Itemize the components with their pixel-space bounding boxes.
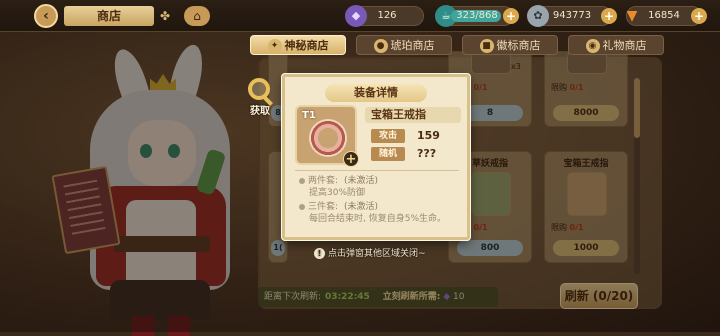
badge-icon: ■ [479, 39, 494, 53]
item-frame: T1 + [295, 105, 359, 167]
tab-gift-shop[interactable]: ◉ 礼物商店 [568, 35, 664, 55]
stat-value: ??? [417, 147, 437, 160]
stat-label: 攻击 [371, 129, 405, 143]
carrot-icon: ▼ [626, 8, 638, 24]
info-icon: ! [314, 248, 325, 259]
tab-badge-shop[interactable]: ■ 徽标商店 [462, 35, 558, 55]
tab-amber-shop[interactable]: ● 琥珀商店 [356, 35, 452, 55]
popup-title: 装备详情 [325, 84, 427, 102]
crystal-counter: ◆ 126 [345, 5, 424, 27]
tab-mystery-shop[interactable]: ✦ 神秘商店 [250, 35, 346, 55]
page-title: 商店 [64, 6, 154, 26]
clover-icon: ✤ [160, 9, 171, 23]
gift-icon: ◉ [585, 39, 600, 53]
magnifier-icon [248, 78, 270, 100]
stat-label: 随机 [371, 147, 405, 161]
amber-icon: ● [373, 39, 388, 53]
obtain-button[interactable]: 获取 [246, 78, 274, 117]
add-stamina-button[interactable]: + [503, 8, 519, 24]
divider [295, 170, 459, 171]
item-name: 宝箱王戒指 [365, 107, 461, 123]
stamina-counter: ☕ 323/868 + [435, 5, 519, 27]
back-arrow-icon[interactable]: ‹ [34, 4, 58, 28]
add-coin-button[interactable]: + [601, 8, 617, 24]
add-carrot-button[interactable]: + [691, 8, 707, 24]
obtain-label: 获取 [250, 106, 270, 117]
coin-counter: ✿ 943773 + [527, 5, 617, 27]
home-icon[interactable]: ⌂ [184, 6, 210, 26]
item-tier: T1 [302, 110, 316, 121]
shop-tabs: ✦ 神秘商店 ● 琥珀商店 ■ 徽标商店 ◉ 礼物商店 [250, 33, 664, 55]
stat-value: 159 [417, 129, 440, 142]
bullet-icon [299, 177, 305, 184]
carrot-counter: ▼ 16854 + [626, 6, 707, 26]
close-hint: ! 点击弹窗其他区域关闭~ [314, 246, 426, 259]
shop-tab-icon: ✦ [267, 39, 282, 53]
ring-icon [309, 119, 347, 157]
set-bonus: 三件套: (未激活) 每回合结束时, 恢复自身5%生命。 [299, 201, 446, 225]
plus-icon[interactable]: + [343, 151, 359, 167]
crystal-icon: ◆ [345, 5, 367, 27]
coin-icon: ✿ [527, 5, 549, 27]
equipment-detail-popup: 装备详情 T1 + 宝箱王戒指 攻击 159 随机 ??? 两件套: (未激活) … [282, 74, 470, 240]
set-bonus: 两件套: (未激活) 提高30%防御 [299, 175, 378, 199]
top-bar: ‹ 商店 ✤ ⌂ ◆ 126 ☕ 323/868 + ✿ 943773 + ▼ … [0, 0, 720, 32]
bullet-icon [299, 203, 305, 210]
